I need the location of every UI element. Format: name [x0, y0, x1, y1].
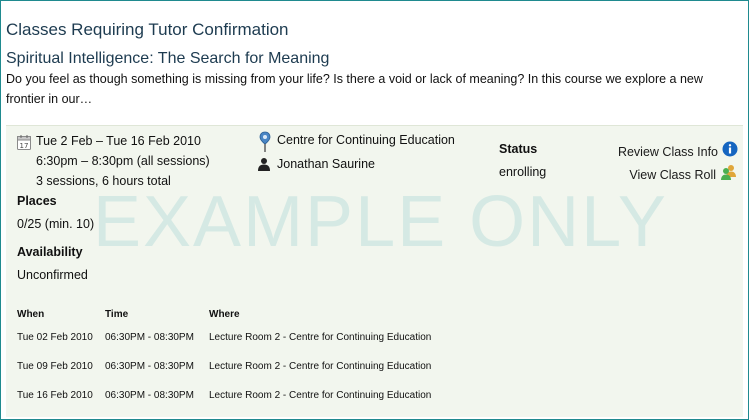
page-frame: Classes Requiring Tutor Confirmation Spi… [0, 0, 749, 420]
places-value: 0/25 (min. 10) [17, 217, 95, 231]
session-location: Lecture Room 2 - Centre for Continuing E… [209, 390, 432, 401]
course-title[interactable]: Spiritual Intelligence: The Search for M… [6, 50, 329, 68]
calendar-icon: 17 [17, 135, 31, 155]
session-time: 06:30PM - 08:30PM [105, 390, 194, 401]
info-icon [722, 141, 738, 162]
sessions-header-time: Time [105, 309, 129, 320]
availability-label: Availability [17, 245, 83, 259]
person-icon [257, 157, 271, 176]
class-sessions-summary: 3 sessions, 6 hours total [36, 174, 171, 188]
class-tutor: Jonathan Saurine [277, 157, 375, 171]
class-details-panel: 17 Tue 2 Feb – Tue 16 Feb 2010 6:30pm – … [6, 125, 743, 417]
status-label: Status [499, 142, 538, 156]
view-class-roll-label: View Class Roll [629, 167, 716, 182]
sessions-header-when: When [17, 309, 45, 320]
class-location: Centre for Continuing Education [277, 133, 455, 147]
session-date: Tue 09 Feb 2010 [17, 361, 93, 372]
sessions-header-where: Where [209, 309, 240, 320]
session-date: Tue 02 Feb 2010 [17, 332, 93, 343]
availability-value: Unconfirmed [17, 268, 88, 282]
map-pin-icon [259, 131, 271, 158]
session-location: Lecture Room 2 - Centre for Continuing E… [209, 332, 432, 343]
session-time: 06:30PM - 08:30PM [105, 332, 194, 343]
page-title: Classes Requiring Tutor Confirmation [6, 20, 289, 39]
session-location: Lecture Room 2 - Centre for Continuing E… [209, 361, 432, 372]
class-time-range: 6:30pm – 8:30pm (all sessions) [36, 154, 210, 168]
users-icon [720, 164, 738, 185]
places-label: Places [17, 194, 57, 208]
status-value: enrolling [499, 165, 547, 179]
session-date: Tue 16 Feb 2010 [17, 390, 93, 401]
class-date-range: Tue 2 Feb – Tue 16 Feb 2010 [36, 134, 201, 148]
review-class-info-link[interactable]: Review Class Info [618, 141, 738, 162]
view-class-roll-link[interactable]: View Class Roll [629, 164, 738, 185]
session-time: 06:30PM - 08:30PM [105, 361, 194, 372]
review-class-info-label: Review Class Info [617, 144, 718, 159]
svg-text:17: 17 [20, 142, 29, 150]
course-description: Do you feel as though something is missi… [6, 72, 703, 106]
